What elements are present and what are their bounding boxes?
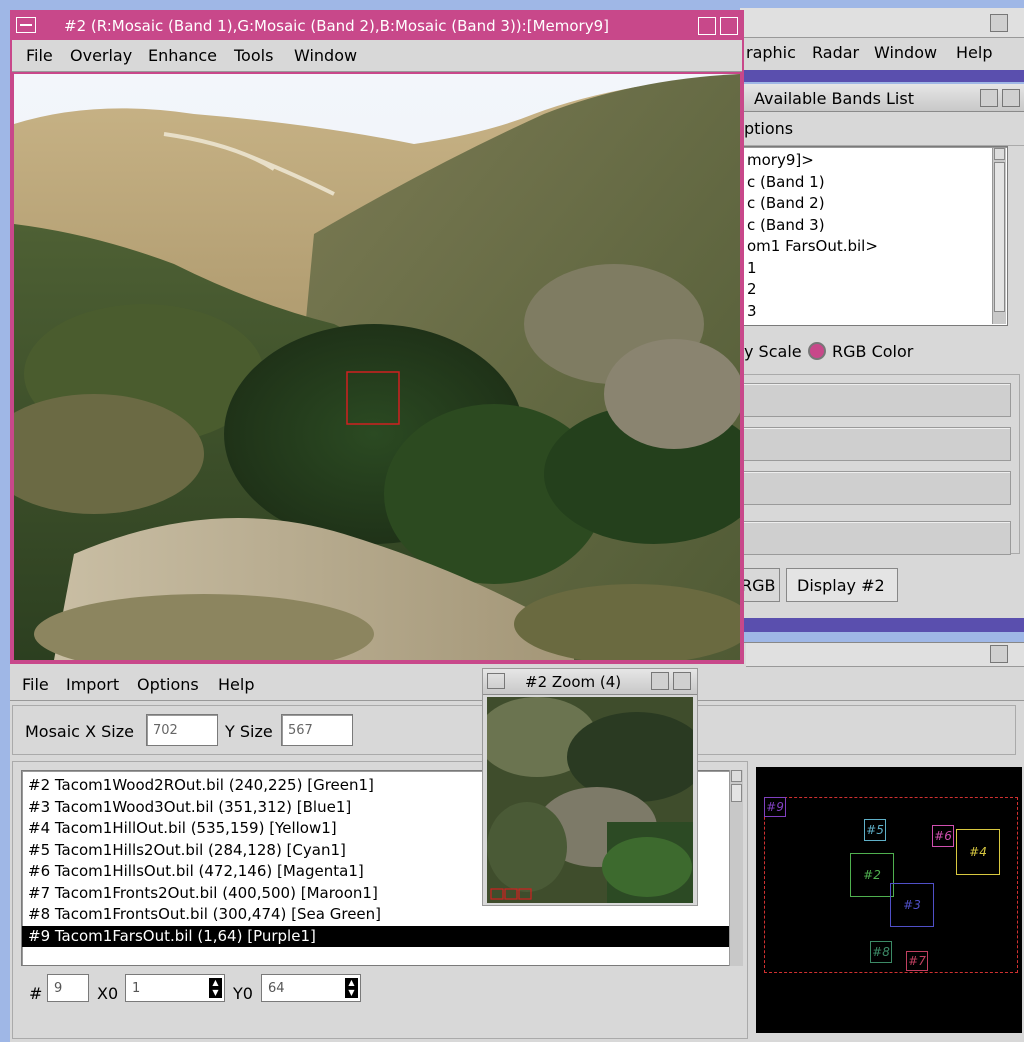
mosaic-tile-marker[interactable]: #3 — [890, 883, 934, 927]
zoom-titlebar: #2 Zoom (4) — [483, 669, 697, 695]
zoom-minimize-button[interactable] — [651, 672, 669, 690]
bands-strip — [740, 618, 1024, 632]
viewer-title: #2 (R:Mosaic (Band 1),G:Mosaic (Band 2),… — [64, 17, 609, 35]
mosaic-tile-label: #6 — [934, 829, 952, 843]
mosaic-file-item[interactable]: #8 Tacom1FrontsOut.bil (300,474) [Sea Gr… — [22, 904, 740, 926]
band-list-item[interactable]: om1 FarsOut.bil> — [741, 236, 1007, 258]
band-list-item[interactable]: c (Band 3) — [741, 215, 1007, 237]
zoom-title: #2 Zoom (4) — [525, 673, 622, 691]
x0-stepper[interactable]: 1 ▲ ▼ — [125, 974, 225, 1002]
mosaic-minimize-button[interactable] — [990, 645, 1008, 663]
mosaic-tile-marker[interactable]: #2 — [850, 853, 894, 897]
viewer-minimize-button[interactable] — [698, 17, 716, 35]
viewer-overlay-menu[interactable]: Overlay — [70, 46, 132, 65]
bands-options-menu[interactable]: ptions — [744, 119, 793, 138]
mosaic-options-menu[interactable]: Options — [137, 675, 199, 694]
zoom-window: #2 Zoom (4) — [482, 668, 698, 906]
y0-label: Y0 — [233, 984, 253, 1003]
viewer-titlebar: #2 (R:Mosaic (Band 1),G:Mosaic (Band 2),… — [12, 12, 742, 40]
window-menu-button[interactable] — [990, 14, 1008, 32]
image-viewer-window: #2 (R:Mosaic (Band 1),G:Mosaic (Band 2),… — [10, 10, 744, 664]
display-button[interactable]: Display #2 — [786, 568, 898, 602]
bands-titlebar: Available Bands List — [740, 84, 1024, 112]
x0-label: X0 — [97, 984, 119, 1003]
mosaic-tile-label: #9 — [766, 800, 784, 814]
viewer-menubar: File Overlay Enhance Tools Window — [12, 40, 742, 72]
mosaic-tile-label: #2 — [863, 868, 881, 882]
band-list-item[interactable]: c (Band 2) — [741, 193, 1007, 215]
zoom-canvas[interactable] — [487, 697, 693, 903]
bands-menubar: ptions — [740, 112, 1024, 146]
viewer-window-menu[interactable]: Window — [294, 46, 357, 65]
mosaic-tile-marker[interactable]: #4 — [956, 829, 1000, 875]
mosaic-tile-label: #3 — [903, 898, 921, 912]
mosaic-tile-marker[interactable]: #5 — [864, 819, 886, 841]
mosaic-tile-label: #7 — [908, 954, 926, 968]
mosaic-tile-marker[interactable]: #7 — [906, 951, 928, 971]
mosaic-tile-label: #4 — [969, 845, 987, 859]
bands-window: Available Bands List ptions mory9]> c (Ba… — [736, 84, 1024, 618]
mosaic-tile-marker[interactable]: #9 — [764, 797, 786, 817]
mosaic-tile-label: #5 — [866, 823, 884, 837]
zoom-maximize-button[interactable] — [673, 672, 691, 690]
main-window-strip — [740, 70, 1024, 82]
zoom-image — [487, 697, 693, 903]
image-number-label: # — [29, 984, 43, 1003]
band-list-item[interactable]: c (Band 1) — [741, 172, 1007, 194]
mosaic-file-scrollbar[interactable] — [729, 770, 743, 966]
band-list-item[interactable]: 1 — [741, 258, 1007, 280]
viewer-window-menu-button[interactable] — [16, 17, 36, 33]
menu-item-graphic[interactable]: raphic — [746, 43, 796, 62]
red-band-field[interactable] — [739, 383, 1011, 417]
mosaic-y-size-input[interactable]: 567 — [281, 714, 353, 746]
mosaic-tile-marker[interactable]: #6 — [932, 825, 954, 847]
main-menubar: raphic Radar Window Help — [740, 38, 1024, 70]
main-window — [740, 8, 1024, 38]
gray-scale-label: y Scale — [744, 342, 802, 361]
rgb-color-radio[interactable] — [808, 342, 826, 360]
bands-scrollbar[interactable] — [992, 148, 1006, 324]
menu-item-radar[interactable]: Radar — [812, 43, 859, 62]
viewer-file-menu[interactable]: File — [26, 46, 53, 65]
mosaic-x-size-label: Mosaic X Size — [25, 722, 134, 741]
image-number-input[interactable]: 9 — [47, 974, 89, 1002]
band-list-item[interactable]: mory9]> — [741, 150, 1007, 172]
image-canvas[interactable] — [14, 74, 740, 660]
viewer-tools-menu[interactable]: Tools — [234, 46, 273, 65]
blue-band-field[interactable] — [739, 471, 1011, 505]
y0-stepper[interactable]: 64 ▲ ▼ — [261, 974, 361, 1002]
mosaic-titlebar-right — [746, 643, 1024, 667]
x0-stepper-arrows[interactable]: ▲ ▼ — [209, 978, 222, 998]
landscape-image — [14, 74, 740, 660]
mosaic-help-menu[interactable]: Help — [218, 675, 254, 694]
bands-title: Available Bands List — [754, 89, 914, 108]
mosaic-tile-marker[interactable]: #8 — [870, 941, 892, 963]
mosaic-preview[interactable]: #9 #5 #6 #4 #2 #3 #8 #7 — [756, 767, 1022, 1033]
zoom-window-menu-button[interactable] — [487, 673, 505, 689]
band-list-item[interactable]: 3 — [741, 301, 1007, 323]
mosaic-file-menu[interactable]: File — [22, 675, 49, 694]
rgb-color-label: RGB Color — [832, 342, 914, 361]
band-list-item[interactable]: 2 — [741, 279, 1007, 301]
mosaic-import-menu[interactable]: Import — [66, 675, 119, 694]
bands-maximize-button[interactable] — [1002, 89, 1020, 107]
dims-field[interactable] — [739, 521, 1011, 555]
rgb-fields-panel — [739, 374, 1020, 555]
viewer-enhance-menu[interactable]: Enhance — [148, 46, 217, 65]
mosaic-y-size-label: Y Size — [225, 722, 273, 741]
menu-item-help[interactable]: Help — [956, 43, 992, 62]
viewer-maximize-button[interactable] — [720, 17, 738, 35]
mosaic-tile-label: #8 — [872, 945, 890, 959]
mosaic-x-size-input[interactable]: 702 — [146, 714, 218, 746]
y0-stepper-arrows[interactable]: ▲ ▼ — [345, 978, 358, 998]
bands-minimize-button[interactable] — [980, 89, 998, 107]
mosaic-file-item[interactable]: #9 Tacom1FarsOut.bil (1,64) [Purple1] — [22, 925, 740, 947]
menu-item-window[interactable]: Window — [874, 43, 937, 62]
green-band-field[interactable] — [739, 427, 1011, 461]
bands-list[interactable]: mory9]> c (Band 1) c (Band 2) c (Band 3) om1… — [740, 146, 1008, 326]
